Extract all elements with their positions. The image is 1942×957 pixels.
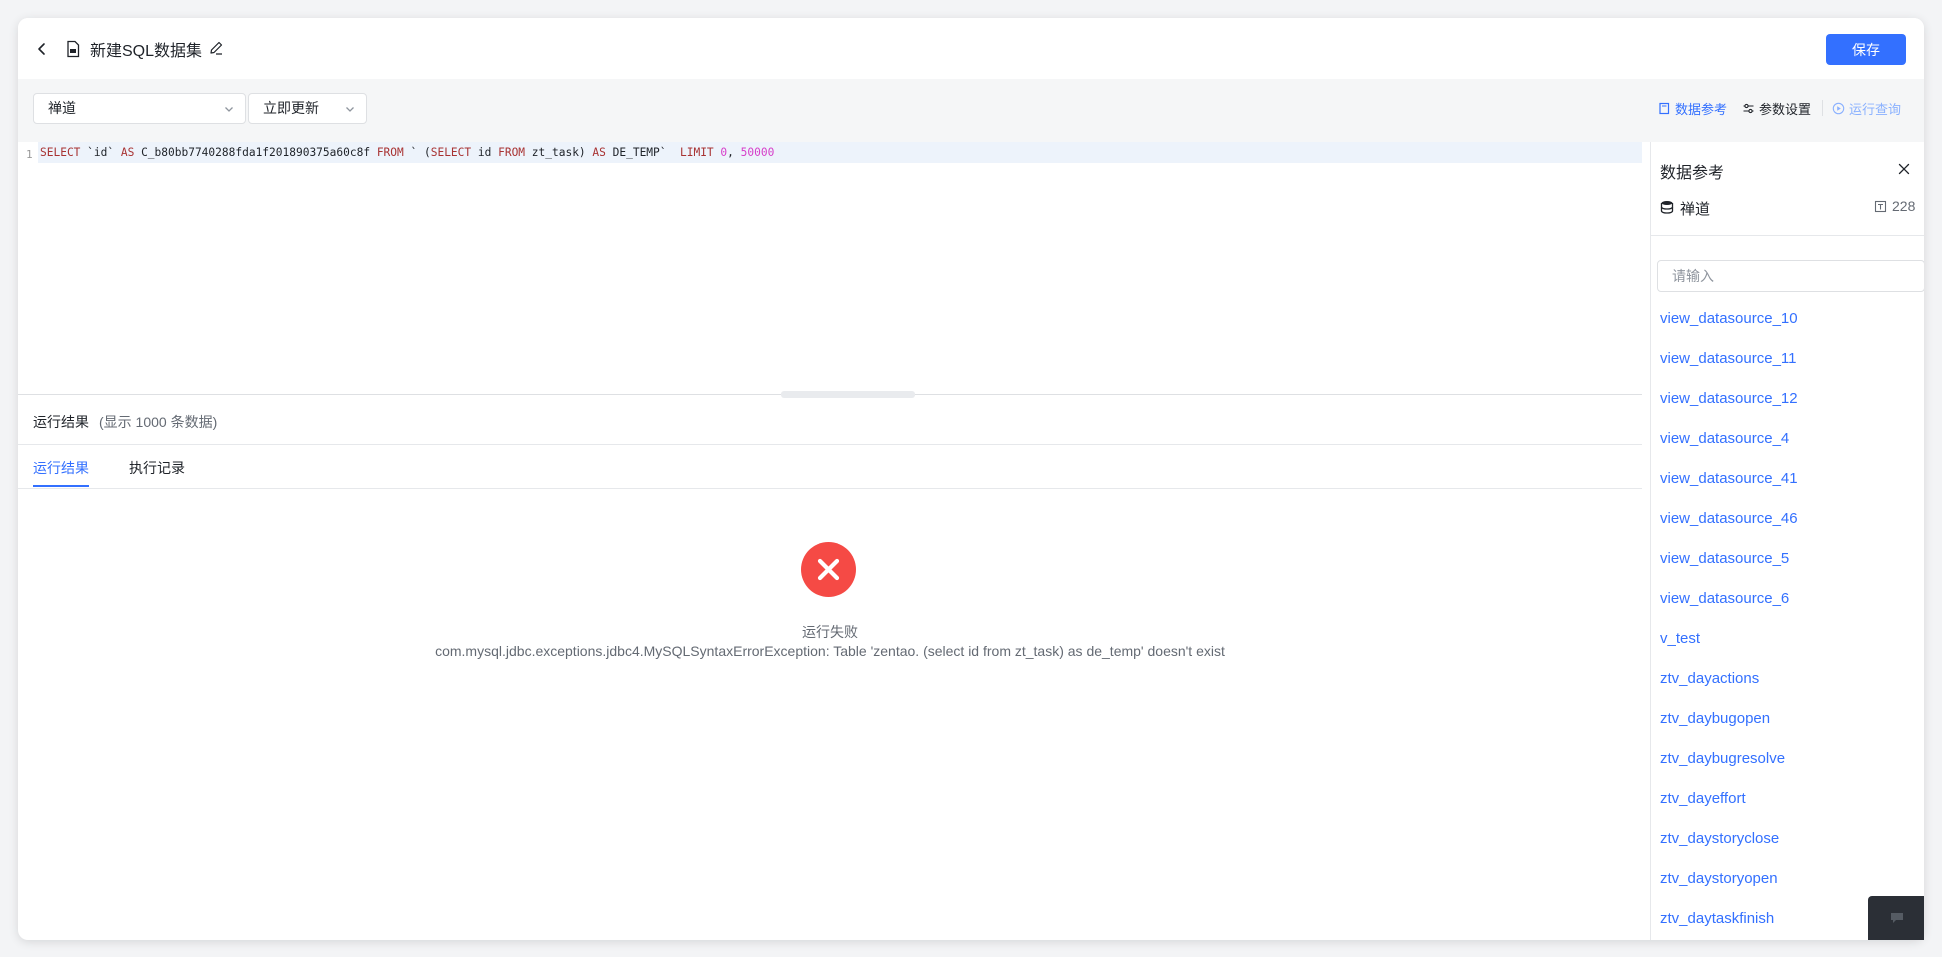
sql-token: 50000 <box>740 146 775 159</box>
result-title: 运行结果 <box>33 414 89 430</box>
error-title: 运行失败 <box>802 624 858 640</box>
close-icon[interactable] <box>1897 162 1911 176</box>
chevron-left-icon[interactable] <box>32 39 52 59</box>
tab-run-result[interactable]: 运行结果 <box>33 458 89 478</box>
param-settings-button[interactable]: 参数设置 <box>1742 98 1811 118</box>
pencil-icon[interactable] <box>208 40 224 56</box>
dataset-editor-window: 新建SQL数据集 保存 禅道 立即更新 数据参考 参数设置 运行查询 1 SEL… <box>18 18 1924 940</box>
table-list-item[interactable]: view_datasource_10 <box>1660 310 1798 327</box>
table-list-item[interactable]: ztv_dayactions <box>1660 670 1759 687</box>
sql-token: `id` <box>87 146 121 159</box>
chat-widget-button[interactable] <box>1868 896 1924 940</box>
sql-token: zt_task) <box>531 146 593 159</box>
table-list-item[interactable]: view_datasource_11 <box>1660 350 1796 367</box>
sql-token: C_b80bb7740288fda1f201890375a60c8f <box>141 146 377 159</box>
table-list-item[interactable]: ztv_daystoryclose <box>1660 830 1779 847</box>
tab-execution-log[interactable]: 执行记录 <box>129 458 185 478</box>
result-tabs: 运行结果 执行记录 <box>18 445 1642 489</box>
editor-toolbar: 禅道 立即更新 数据参考 参数设置 运行查询 <box>18 79 1924 142</box>
table-list-item[interactable]: v_test <box>1660 630 1700 647</box>
error-message: com.mysql.jdbc.exceptions.jdbc4.MySQLSyn… <box>435 643 1225 659</box>
active-tab-indicator <box>33 485 89 487</box>
table-list-item[interactable]: ztv_daybugresolve <box>1660 750 1785 767</box>
table-list-item[interactable]: view_datasource_4 <box>1660 430 1789 447</box>
datasource-name: 禅道 <box>1680 201 1711 218</box>
panel-divider <box>1651 235 1924 236</box>
sql-token: SELECT <box>430 146 478 159</box>
datasource-select-value: 禅道 <box>48 100 76 116</box>
toolbar-divider <box>1822 100 1823 116</box>
sliders-icon <box>1743 103 1754 113</box>
table-list-item[interactable]: view_datasource_12 <box>1660 390 1798 407</box>
data-reference-panel: 数据参考 禅道 228 view_datasource_10view_datas… <box>1650 142 1924 940</box>
table-list-item[interactable]: ztv_daystoryopen <box>1660 870 1778 887</box>
table-list: view_datasource_10 view_datasource_11view… <box>1651 310 1924 940</box>
book-icon <box>1659 102 1670 114</box>
result-count: (显示 1000 条数据) <box>99 414 218 430</box>
error-circle-icon <box>801 542 856 597</box>
table-list-item[interactable]: ztv_dayeffort <box>1660 790 1746 807</box>
sql-token: , <box>727 146 741 159</box>
table-list-item[interactable]: view_datasource_5 <box>1660 550 1789 567</box>
panel-title: 数据参考 <box>1660 165 1725 182</box>
chat-icon <box>1891 913 1903 923</box>
sql-token: LIMIT <box>679 146 721 159</box>
save-button[interactable]: 保存 <box>1826 34 1906 65</box>
code-line[interactable]: SELECT `id` AS C_b80bb7740288fda1f201890… <box>38 142 1642 163</box>
sql-editor[interactable]: 1 SELECT `id` AS C_b80bb7740288fda1f2018… <box>18 142 1642 395</box>
table-list-item[interactable]: view_datasource_46 <box>1660 510 1798 527</box>
sql-token: SELECT <box>40 146 88 159</box>
sql-token: AS <box>120 146 142 159</box>
page-header: 新建SQL数据集 保存 <box>18 18 1924 80</box>
table-list-item[interactable]: view_datasource_6 <box>1660 590 1789 607</box>
line-gutter: 1 <box>18 142 38 394</box>
sql-token: id <box>477 146 499 159</box>
sql-token: AS <box>592 146 613 159</box>
table-icon <box>1874 200 1887 213</box>
sql-token: ` ( <box>410 146 431 159</box>
sql-file-icon <box>67 40 80 58</box>
data-reference-button[interactable]: 数据参考 <box>1658 98 1727 118</box>
result-header: 运行结果 (显示 1000 条数据) <box>18 396 1642 445</box>
database-icon <box>1660 201 1674 214</box>
chevron-down-icon <box>225 107 233 112</box>
sql-token: FROM <box>376 146 411 159</box>
chevron-down-icon <box>346 107 354 112</box>
toolbar-actions: 数据参考 参数设置 运行查询 <box>1658 98 1901 118</box>
datasource-row: 禅道 228 <box>1660 197 1916 218</box>
line-number: 1 <box>26 148 33 161</box>
sql-token: DE_TEMP` <box>612 146 680 159</box>
table-list-item[interactable]: ztv_daytaskfinish <box>1660 910 1774 927</box>
sql-token: FROM <box>498 146 532 159</box>
page-title: 新建SQL数据集 <box>90 43 203 60</box>
table-count: 228 <box>1892 198 1916 214</box>
datasource-select[interactable]: 禅道 <box>33 93 246 124</box>
play-circle-icon <box>1832 102 1845 114</box>
table-search-input[interactable] <box>1657 260 1924 292</box>
table-list-item[interactable]: ztv_daybugopen <box>1660 710 1770 727</box>
error-state: 运行失败 com.mysql.jdbc.exceptions.jdbc4.MyS… <box>18 488 1642 940</box>
table-list-item[interactable]: view_datasource_41 <box>1660 470 1798 487</box>
update-mode-value: 立即更新 <box>263 100 319 116</box>
update-mode-select[interactable]: 立即更新 <box>248 93 367 124</box>
run-query-button[interactable]: 运行查询 <box>1832 98 1901 118</box>
